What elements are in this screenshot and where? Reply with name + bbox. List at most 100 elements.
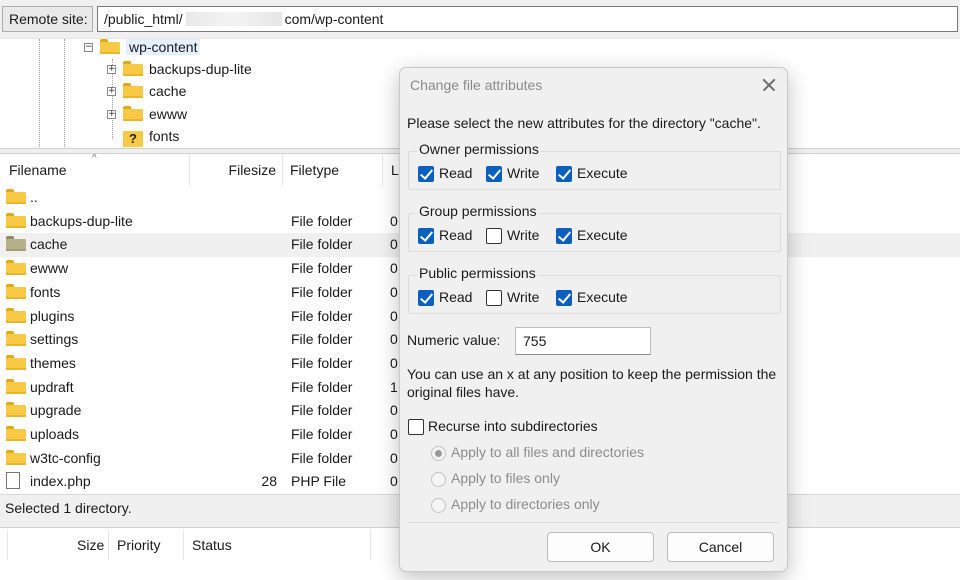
tree-item-backups-dup-lite[interactable]: + backups-dup-lite bbox=[107, 58, 252, 80]
dialog-title: Change file attributes bbox=[410, 77, 542, 93]
queue-column-priority[interactable]: Priority bbox=[117, 530, 161, 560]
file-name: upgrade bbox=[30, 399, 81, 423]
column-filetype-label: Filetype bbox=[290, 162, 339, 178]
tree-item-cache[interactable]: + cache bbox=[107, 80, 186, 102]
execute-label: Execute bbox=[577, 165, 628, 181]
folder-icon bbox=[6, 284, 26, 299]
execute-checkbox[interactable] bbox=[556, 166, 572, 182]
tree-item-wp-content[interactable]: − wp-content bbox=[84, 36, 200, 58]
remote-path-prefix: /public_html/ bbox=[104, 11, 183, 27]
tree-guide bbox=[64, 39, 65, 149]
file-last-modified: 0 bbox=[390, 233, 398, 257]
read-label: Read bbox=[439, 289, 472, 305]
column-separator bbox=[7, 530, 8, 560]
file-type: PHP File bbox=[291, 470, 346, 494]
recurse-label: Recurse into subdirectories bbox=[428, 418, 598, 434]
file-type: File folder bbox=[291, 376, 352, 400]
execute-checkbox[interactable] bbox=[556, 228, 572, 244]
file-name: index.php bbox=[30, 470, 91, 494]
execute-label: Execute bbox=[577, 227, 628, 243]
read-checkbox[interactable] bbox=[418, 228, 434, 244]
file-last-modified: 0 bbox=[390, 305, 398, 329]
write-checkbox[interactable] bbox=[486, 290, 502, 306]
write-checkbox[interactable] bbox=[486, 228, 502, 244]
folder-icon bbox=[6, 379, 26, 394]
file-name: backups-dup-lite bbox=[30, 210, 133, 234]
tree-guide bbox=[39, 39, 40, 149]
dialog-instruction: Please select the new attributes for the… bbox=[407, 115, 761, 131]
expand-icon[interactable]: + bbox=[107, 87, 116, 96]
folder-icon bbox=[6, 189, 26, 204]
file-size: 28 bbox=[190, 470, 277, 494]
column-filename[interactable]: ^ Filename bbox=[0, 154, 190, 186]
execute-checkbox[interactable] bbox=[556, 290, 572, 306]
file-type: File folder bbox=[291, 328, 352, 352]
column-separator bbox=[108, 530, 109, 560]
folder-open-icon bbox=[100, 39, 120, 54]
numeric-value-input[interactable]: 755 bbox=[515, 327, 651, 355]
file-type: File folder bbox=[291, 281, 352, 305]
write-label: Write bbox=[507, 289, 539, 305]
folder-icon bbox=[123, 106, 143, 121]
column-filesize-label: Filesize bbox=[229, 162, 276, 178]
file-type: File folder bbox=[291, 352, 352, 376]
queue-column-status[interactable]: Status bbox=[192, 530, 232, 560]
permission-note: You can use an x at any position to keep… bbox=[407, 365, 785, 401]
file-last-modified: 0 bbox=[390, 352, 398, 376]
ok-button[interactable]: OK bbox=[547, 532, 654, 562]
file-name: uploads bbox=[30, 423, 79, 447]
remote-path-input[interactable]: /public_html/com/wp-content bbox=[97, 6, 958, 32]
folder-icon bbox=[6, 213, 26, 228]
recurse-checkbox[interactable] bbox=[408, 419, 424, 435]
tree-item-fonts[interactable]: ?fonts bbox=[123, 125, 179, 147]
remote-path-suffix: com/wp-content bbox=[285, 11, 384, 27]
queue-column-size[interactable]: Size bbox=[77, 530, 104, 560]
expand-icon[interactable]: + bbox=[107, 110, 116, 119]
file-type: File folder bbox=[291, 257, 352, 281]
column-filesize[interactable]: Filesize bbox=[190, 154, 283, 186]
write-checkbox[interactable] bbox=[486, 166, 502, 182]
read-checkbox[interactable] bbox=[418, 166, 434, 182]
dialog-divider bbox=[408, 522, 779, 523]
tree-item-label: wp-content bbox=[126, 39, 200, 55]
folder-icon bbox=[6, 331, 26, 346]
file-last-modified: 0 bbox=[390, 210, 398, 234]
permission-group-legend: Group permissions bbox=[417, 203, 539, 219]
column-separator bbox=[183, 530, 184, 560]
tree-item-label: cache bbox=[149, 83, 186, 99]
file-last-modified: 1 bbox=[390, 376, 398, 400]
file-last-modified: 0 bbox=[390, 423, 398, 447]
permission-group-legend: Owner permissions bbox=[417, 141, 541, 157]
sort-ascending-icon: ^ bbox=[92, 154, 97, 164]
cancel-button[interactable]: Cancel bbox=[667, 532, 774, 562]
folder-icon bbox=[123, 61, 143, 76]
file-name: updraft bbox=[30, 376, 74, 400]
column-filetype[interactable]: Filetype bbox=[283, 154, 383, 186]
expand-icon[interactable]: + bbox=[107, 65, 116, 74]
radio-apply-files-label: Apply to files only bbox=[451, 470, 560, 486]
close-icon[interactable] bbox=[761, 77, 777, 93]
radio-apply-directories bbox=[431, 498, 446, 513]
radio-apply-all bbox=[431, 446, 446, 461]
file-name: themes bbox=[30, 352, 76, 376]
file-name: ewww bbox=[30, 257, 68, 281]
collapse-icon[interactable]: − bbox=[84, 43, 93, 52]
file-type: File folder bbox=[291, 399, 352, 423]
change-file-attributes-dialog: Change file attributes Please select the… bbox=[399, 67, 788, 572]
execute-label: Execute bbox=[577, 289, 628, 305]
folder-icon bbox=[6, 236, 26, 251]
radio-apply-directories-label: Apply to directories only bbox=[451, 496, 600, 512]
folder-icon bbox=[6, 426, 26, 441]
remote-site-label: Remote site: bbox=[2, 6, 93, 32]
file-name: .. bbox=[30, 186, 38, 210]
file-type: File folder bbox=[291, 447, 352, 471]
redacted-domain bbox=[186, 12, 282, 26]
tree-item-ewww[interactable]: + ewww bbox=[107, 103, 187, 125]
file-name: settings bbox=[30, 328, 78, 352]
file-name: w3tc-config bbox=[30, 447, 101, 471]
radio-apply-files bbox=[431, 472, 446, 487]
folder-icon bbox=[6, 260, 26, 275]
file-last-modified: 0 bbox=[390, 328, 398, 352]
file-last-modified: 0 bbox=[390, 447, 398, 471]
read-checkbox[interactable] bbox=[418, 290, 434, 306]
